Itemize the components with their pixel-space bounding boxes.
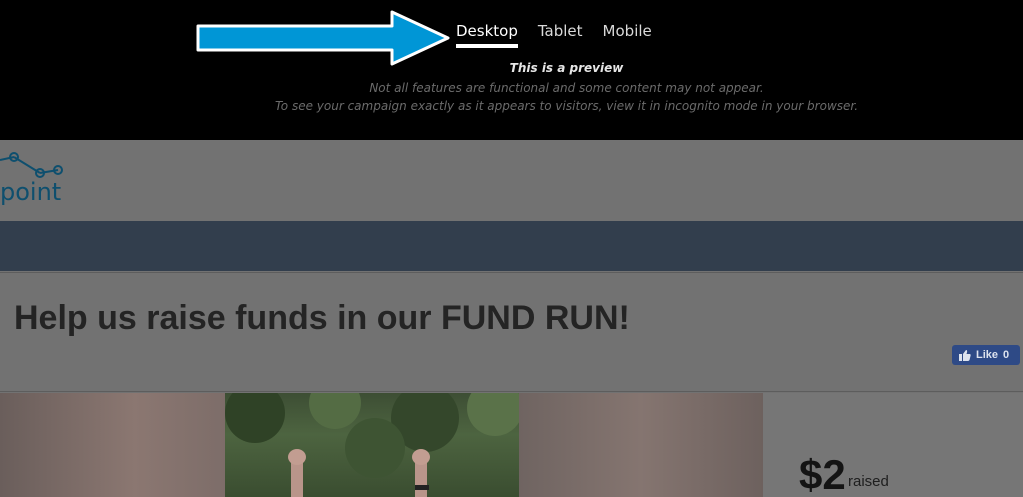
title-section: Help us raise funds in our FUND RUN! Lik… (0, 272, 1023, 392)
raised-amount: $2 (799, 451, 846, 497)
logo-text: point (0, 178, 62, 206)
preview-bar: Desktop Tablet Mobile This is a preview … (0, 0, 1023, 140)
like-label: Like (976, 349, 999, 361)
tab-tablet[interactable]: Tablet (538, 22, 583, 40)
thumbs-up-icon (959, 349, 971, 361)
raised-label: raised (848, 473, 889, 490)
blurred-image-right (519, 393, 763, 497)
campaign-photo (225, 393, 519, 497)
preview-notice-line-2: To see your campaign exactly as it appea… (274, 99, 859, 113)
campaign-page: point Help us raise funds in our FUND RU… (0, 140, 1023, 497)
pointer-arrow-icon (196, 10, 450, 66)
tab-desktop[interactable]: Desktop (456, 22, 518, 48)
navigation-bar (0, 221, 1023, 271)
donation-panel: $2 raised (763, 393, 1023, 497)
facebook-like-button[interactable]: Like 0 (952, 345, 1020, 365)
preview-title: This is a preview (509, 61, 624, 75)
logo-header: point (0, 140, 1023, 221)
preview-notice-line-1: Not all features are functional and some… (369, 81, 764, 95)
like-count: 0 (1003, 349, 1010, 361)
device-tabs: Desktop Tablet Mobile (456, 22, 672, 48)
raised-fists-image (225, 393, 519, 497)
campaign-title: Help us raise funds in our FUND RUN! (14, 299, 630, 337)
logo-network-icon (0, 152, 63, 178)
campaign-media[interactable] (0, 393, 763, 497)
tab-mobile[interactable]: Mobile (603, 22, 652, 40)
blurred-image-left (0, 393, 225, 497)
